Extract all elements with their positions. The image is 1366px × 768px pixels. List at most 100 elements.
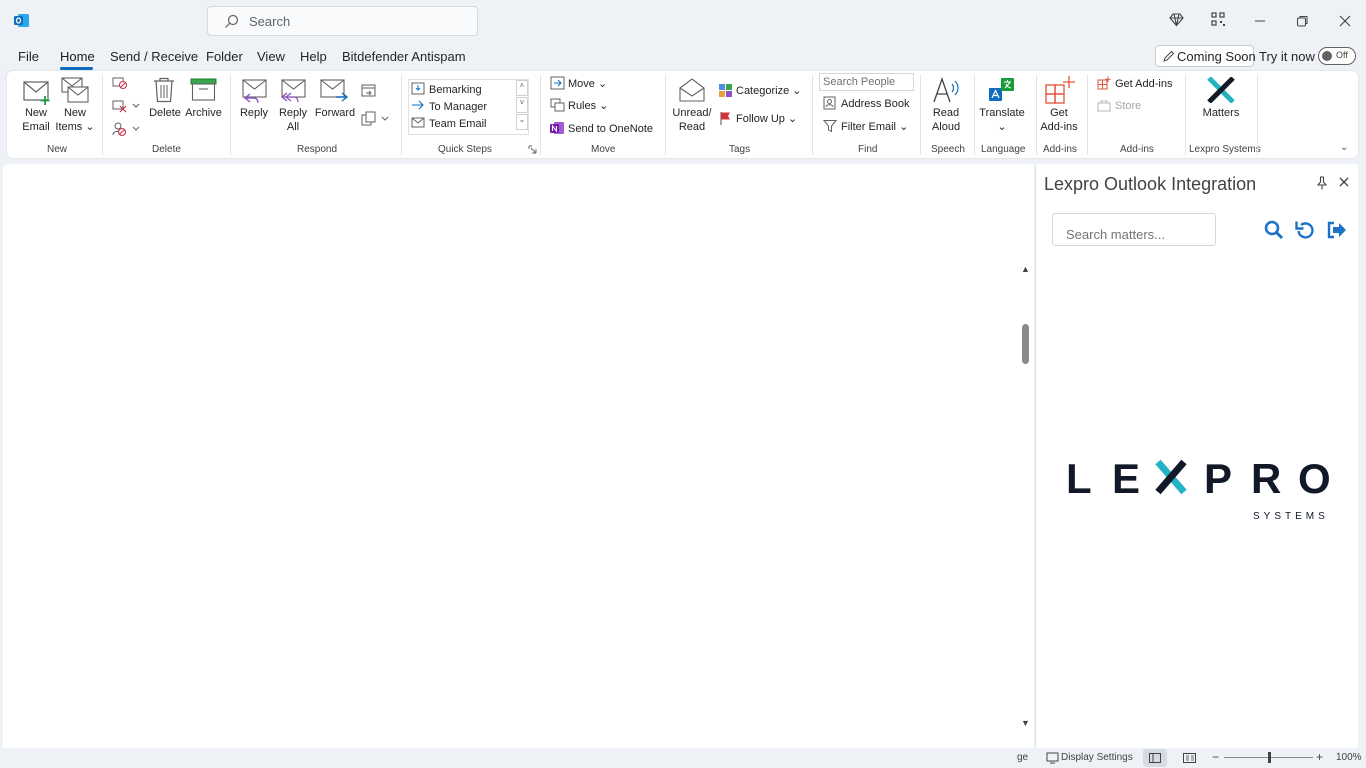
- normal-view-button[interactable]: [1143, 749, 1167, 767]
- toggle-state: Off: [1336, 50, 1348, 60]
- more-respond-icon[interactable]: [361, 111, 391, 127]
- vertical-scrollbar[interactable]: ▲ ▼: [1019, 264, 1033, 732]
- try-it-now-toggle[interactable]: Off: [1318, 47, 1356, 65]
- store-label: Store: [1115, 100, 1142, 112]
- separator: [401, 75, 402, 155]
- scroll-thumb[interactable]: [1022, 324, 1029, 364]
- onenote-label: Send to OneNote: [568, 123, 654, 135]
- toggle-knob: [1322, 51, 1332, 61]
- search-icon: [225, 14, 239, 28]
- group-label-quick-steps: Quick Steps: [438, 144, 492, 155]
- filter-icon: [823, 120, 837, 133]
- separator: [102, 75, 103, 155]
- get-addins-large-button[interactable]: Get Add-ins: [1037, 106, 1081, 134]
- search-icon[interactable]: [1264, 220, 1284, 240]
- new-email-label-2: Email: [22, 121, 50, 133]
- unread-read-label-1: Unread/: [672, 107, 712, 119]
- reply-all-label-1: Reply: [278, 107, 308, 119]
- dialog-launcher-icon[interactable]: [528, 145, 537, 154]
- search-placeholder: Search: [249, 14, 291, 29]
- zoom-slider[interactable]: [1224, 752, 1313, 763]
- get-addins-label-2: Add-ins: [1040, 121, 1078, 133]
- archive-button[interactable]: Archive: [183, 106, 224, 120]
- new-items-button[interactable]: New Items ⌄: [55, 106, 95, 134]
- reply-button[interactable]: Reply: [238, 106, 270, 120]
- pin-icon[interactable]: [1316, 176, 1328, 190]
- restore-icon[interactable]: [1292, 11, 1312, 31]
- unread-read-button[interactable]: Unread/ Read: [670, 106, 714, 134]
- new-items-text: Items: [55, 121, 83, 133]
- group-label-find: Find: [858, 144, 878, 155]
- new-email-label-1: New: [24, 107, 47, 119]
- read-aloud-icon: [933, 77, 959, 103]
- expand-gallery-icon[interactable]: ⌄: [516, 114, 528, 130]
- filter-email-label: Filter Email ⌄: [841, 121, 909, 133]
- separator: [974, 75, 975, 155]
- scroll-down-arrow-icon[interactable]: ▼: [1021, 718, 1030, 728]
- matters-button[interactable]: Matters: [1198, 106, 1244, 120]
- junk-icon[interactable]: [112, 121, 144, 137]
- categorize-text: Categorize: [736, 85, 790, 97]
- new-items-icon: [61, 77, 89, 103]
- zoom-out-button[interactable]: −: [1212, 750, 1219, 764]
- tab-file[interactable]: File: [18, 49, 39, 64]
- display-settings-button[interactable]: Display Settings: [1061, 752, 1133, 763]
- qr-code-icon[interactable]: [1211, 12, 1225, 26]
- logo-letter-e: E: [1112, 457, 1140, 502]
- get-addins-small-icon: [1097, 76, 1111, 90]
- diamond-icon[interactable]: [1169, 12, 1184, 27]
- search-matters-input[interactable]: [1052, 213, 1216, 246]
- group-label-new: New: [47, 144, 68, 155]
- search-people-input[interactable]: Search People: [819, 73, 914, 91]
- status-bar: ge Display Settings − + 100%: [0, 748, 1366, 768]
- minimize-icon[interactable]: [1250, 11, 1270, 31]
- delete-button[interactable]: Delete: [149, 106, 181, 120]
- close-pane-icon[interactable]: [1338, 176, 1350, 188]
- translate-button[interactable]: Translate ⌄: [977, 106, 1027, 134]
- read-aloud-label-2: Aloud: [931, 121, 961, 133]
- zoom-slider-thumb[interactable]: [1268, 752, 1271, 763]
- reply-icon: [242, 79, 267, 104]
- clean-up-icon[interactable]: [112, 99, 144, 113]
- sign-out-icon[interactable]: [1326, 220, 1347, 240]
- tab-send-receive[interactable]: Send / Receive: [110, 49, 198, 64]
- reading-view-icon[interactable]: [1183, 753, 1196, 763]
- forward-button[interactable]: Forward: [313, 106, 357, 120]
- close-window-icon[interactable]: [1335, 11, 1355, 31]
- tab-folder[interactable]: Folder: [206, 49, 243, 64]
- ignore-icon[interactable]: [112, 76, 128, 90]
- delete-icon: [154, 77, 174, 103]
- group-label-language: Language: [981, 144, 1026, 155]
- refresh-icon[interactable]: [1295, 220, 1316, 240]
- coming-soon-button[interactable]: Coming Soon: [1155, 45, 1256, 67]
- meeting-reply-icon[interactable]: [361, 83, 377, 98]
- search-box[interactable]: Search: [207, 6, 478, 36]
- new-email-icon: [23, 81, 50, 105]
- scroll-up-arrow-icon[interactable]: ▲: [1021, 264, 1030, 274]
- tab-bitdefender-antispam[interactable]: Bitdefender Antispam: [342, 49, 466, 64]
- read-aloud-button[interactable]: Read Aloud: [927, 106, 965, 134]
- new-items-label-2: Items ⌄: [55, 121, 95, 133]
- reply-all-button[interactable]: Reply All: [275, 106, 311, 134]
- scroll-down-icon[interactable]: ˅: [516, 97, 528, 113]
- quick-step-label: Team Email: [429, 118, 487, 130]
- tab-home[interactable]: Home: [60, 49, 95, 64]
- zoom-level[interactable]: 100%: [1336, 752, 1362, 763]
- group-label-speech: Speech: [931, 144, 965, 155]
- move-to-folder-icon: [411, 82, 425, 95]
- move-icon: [550, 76, 565, 90]
- group-label-addins-2: Add-ins: [1120, 144, 1154, 155]
- tab-view[interactable]: View: [257, 49, 285, 64]
- new-email-button[interactable]: New Email: [17, 106, 55, 134]
- store-icon: [1097, 100, 1111, 112]
- logo-letter-p: P: [1204, 457, 1232, 502]
- group-label-respond: Respond: [297, 144, 338, 155]
- archive-icon: [190, 78, 217, 101]
- mail-icon: [411, 117, 425, 128]
- follow-up-text: Follow Up: [736, 113, 785, 125]
- zoom-in-button[interactable]: +: [1316, 750, 1323, 764]
- scroll-up-icon[interactable]: ˄: [516, 80, 528, 96]
- collapse-ribbon-icon[interactable]: ⌄: [1340, 142, 1348, 153]
- address-book-label: Address Book: [841, 98, 910, 110]
- tab-help[interactable]: Help: [300, 49, 327, 64]
